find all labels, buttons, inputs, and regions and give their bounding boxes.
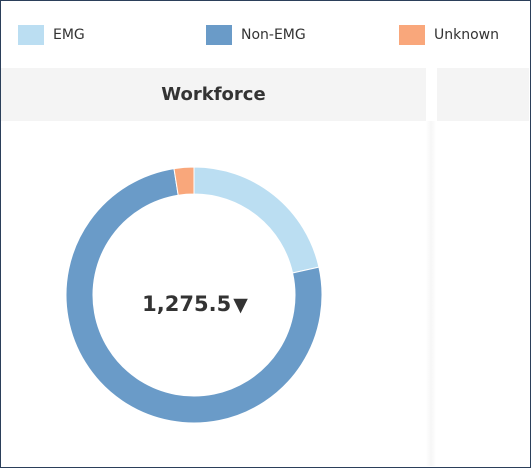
donut-chart (65, 166, 323, 424)
donut-center-label: 1,275.5 ▼ (90, 292, 300, 316)
center-value: 1,275.5 (142, 292, 232, 316)
down-triangle-icon: ▼ (233, 294, 248, 316)
slice-emg[interactable] (193, 166, 320, 274)
